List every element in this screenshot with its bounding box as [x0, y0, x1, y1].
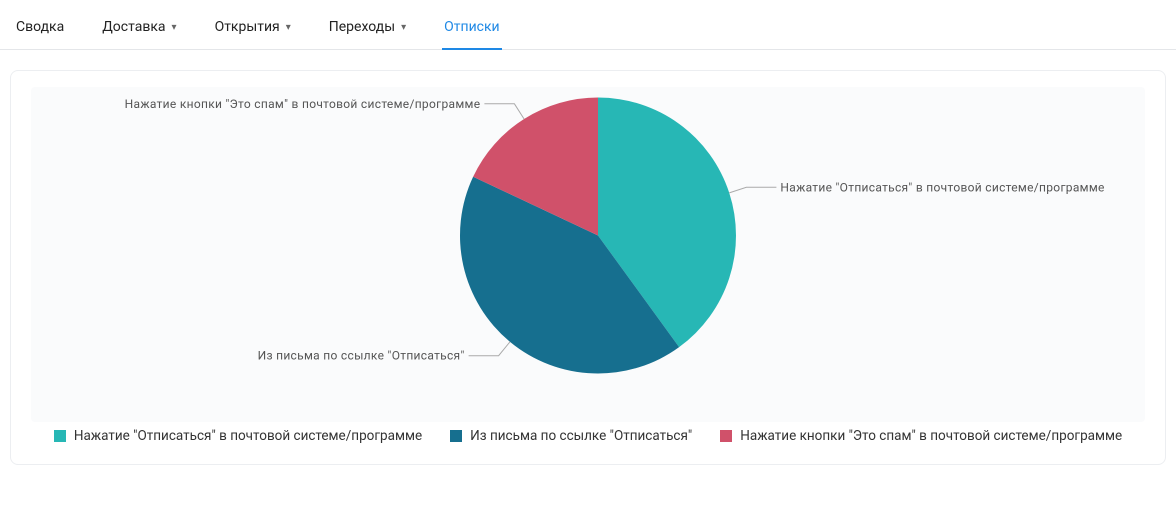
chevron-down-icon: ▾ [286, 22, 291, 33]
legend-swatch [450, 430, 462, 442]
tab-label: Открытия [215, 19, 280, 35]
chevron-down-icon: ▾ [172, 22, 177, 33]
chevron-down-icon: ▾ [401, 22, 406, 33]
callout-line [469, 342, 510, 356]
tab-unsubs[interactable]: Отписки [442, 11, 502, 49]
tab-label: Сводка [16, 19, 64, 35]
legend-label: Из письма по ссылке "Отписаться" [470, 428, 692, 444]
legend-label: Нажатие "Отписаться" в почтовой системе/… [74, 428, 422, 444]
callout-line [484, 104, 524, 119]
callout-label: Из письма по ссылке "Отписаться" [258, 348, 465, 362]
legend-item: Нажатие "Отписаться" в почтовой системе/… [54, 428, 422, 444]
tab-opens[interactable]: Открытия ▾ [213, 11, 293, 49]
legend-item: Из письма по ссылке "Отписаться" [450, 428, 692, 444]
pie-chart-svg: Нажатие "Отписаться" в почтовой системе/… [38, 80, 1138, 415]
callout-label: Нажатие кнопки "Это спам" в почтовой сис… [125, 97, 481, 111]
tab-label: Переходы [329, 19, 395, 35]
tab-summary[interactable]: Сводка [14, 11, 66, 49]
chart-legend: Нажатие "Отписаться" в почтовой системе/… [31, 422, 1145, 444]
callout-label: Нажатие "Отписаться" в почтовой системе/… [780, 180, 1104, 194]
legend-swatch [720, 430, 732, 442]
legend-swatch [54, 430, 66, 442]
legend-label: Нажатие кнопки "Это спам" в почтовой сис… [740, 428, 1122, 444]
tab-label: Отписки [444, 19, 500, 35]
chart-card: Нажатие "Отписаться" в почтовой системе/… [10, 70, 1166, 465]
pie-chart: Нажатие "Отписаться" в почтовой системе/… [31, 87, 1145, 422]
tab-label: Доставка [102, 19, 165, 35]
tab-bar: Сводка Доставка ▾ Открытия ▾ Переходы ▾ … [0, 0, 1176, 50]
tab-delivery[interactable]: Доставка ▾ [100, 11, 178, 49]
legend-item: Нажатие кнопки "Это спам" в почтовой сис… [720, 428, 1122, 444]
callout-line [729, 187, 776, 193]
tab-clicks[interactable]: Переходы ▾ [327, 11, 408, 49]
